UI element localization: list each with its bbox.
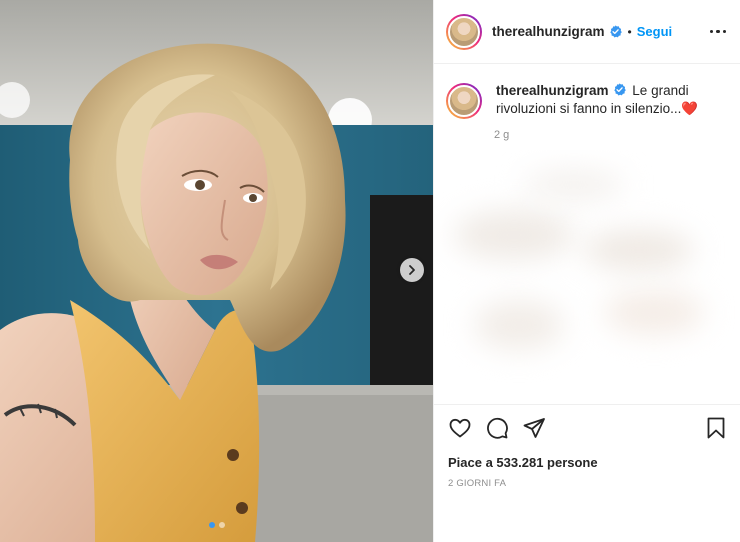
carousel-next-button[interactable] xyxy=(400,258,424,282)
avatar[interactable] xyxy=(446,13,482,50)
chevron-right-icon xyxy=(409,265,415,275)
post-header: therealhunzigram • Segui xyxy=(434,0,740,64)
post-side-panel: therealhunzigram • Segui therealhunzigra… xyxy=(433,0,740,542)
bookmark-icon[interactable] xyxy=(704,416,728,440)
caption-timestamp: 2 g xyxy=(494,129,510,141)
verified-badge-icon xyxy=(609,25,622,38)
separator-dot: • xyxy=(627,24,632,39)
likes-count[interactable]: Piace a 533.281 persone xyxy=(448,455,728,470)
carousel-dot-active xyxy=(208,522,215,528)
post-caption: therealhunzigram Le grandi rivoluzioni s… xyxy=(434,64,740,119)
carousel-dot xyxy=(218,522,225,528)
follow-button[interactable]: Segui xyxy=(637,24,672,39)
selfie-image xyxy=(0,0,433,542)
action-bar xyxy=(448,415,728,441)
verified-badge-icon xyxy=(613,83,626,96)
heart-icon[interactable] xyxy=(448,416,472,440)
username-link[interactable]: therealhunzigram xyxy=(492,24,605,39)
send-icon[interactable] xyxy=(522,416,546,440)
more-options-icon[interactable] xyxy=(709,24,726,40)
comment-icon[interactable] xyxy=(485,416,509,440)
caption-username-link[interactable]: therealhunzigram xyxy=(496,83,609,98)
post-photo[interactable] xyxy=(0,0,433,542)
caption-avatar[interactable] xyxy=(446,83,482,119)
post-date[interactable]: 2 GIORNI FA xyxy=(448,478,728,489)
post-actions: Piace a 533.281 persone 2 GIORNI FA xyxy=(434,404,740,489)
carousel-indicator xyxy=(0,522,433,528)
comments-area-blurred xyxy=(434,150,740,404)
caption-body: therealhunzigram Le grandi rivoluzioni s… xyxy=(496,82,716,119)
heart-emoji: ❤️ xyxy=(681,101,699,116)
